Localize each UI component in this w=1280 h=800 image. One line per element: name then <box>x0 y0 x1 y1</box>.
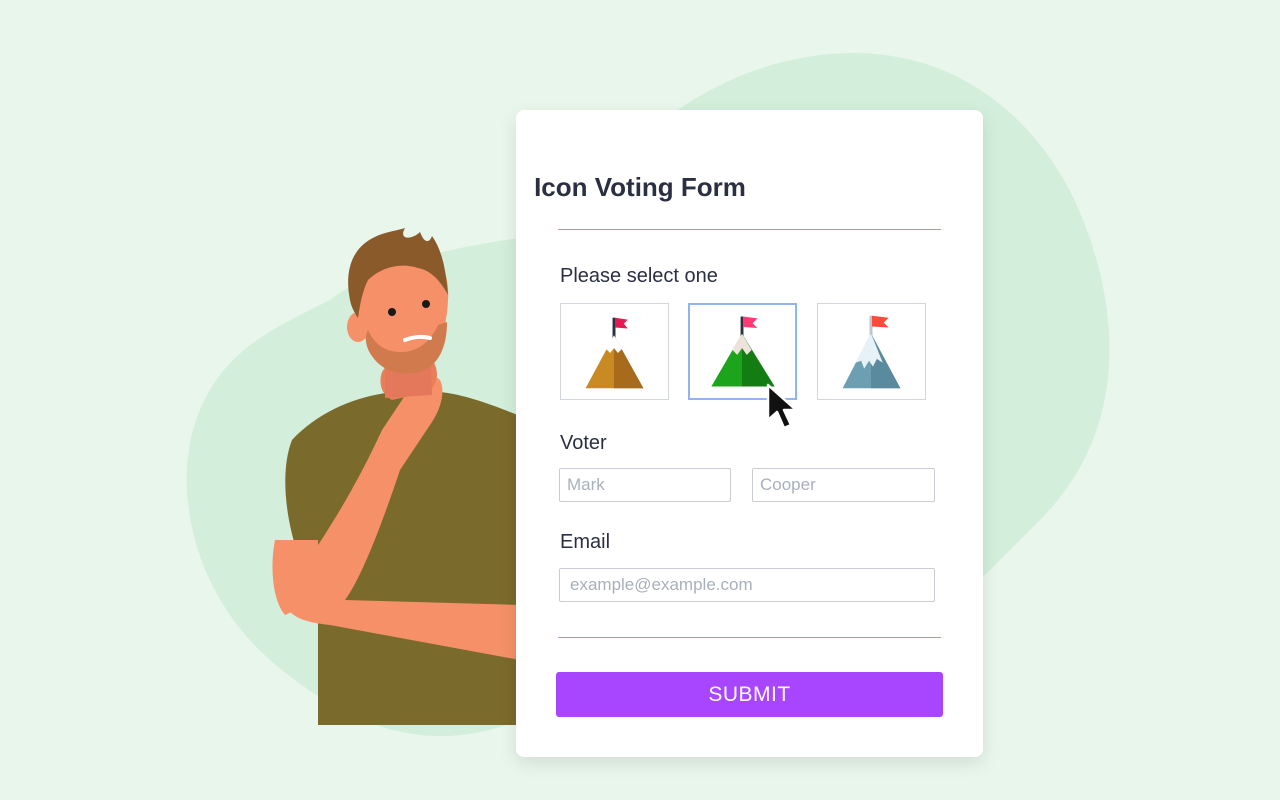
title-divider <box>558 229 941 230</box>
mouse-cursor-icon <box>766 383 798 430</box>
icon-choice-3[interactable] <box>817 303 926 400</box>
email-label: Email <box>560 531 611 553</box>
first-name-input[interactable] <box>559 468 731 502</box>
email-input[interactable] <box>559 568 935 602</box>
icon-choice-1[interactable] <box>560 303 669 400</box>
select-one-label: Please select one <box>560 265 718 287</box>
mountain-flag-brown-icon <box>585 317 644 389</box>
form-title: Icon Voting Form <box>534 172 746 202</box>
submit-button[interactable]: SUBMIT <box>556 672 943 717</box>
bottom-divider <box>558 637 941 638</box>
voter-label: Voter <box>560 432 607 454</box>
last-name-input[interactable] <box>752 468 935 502</box>
mountain-flag-snowy-blue-icon <box>842 315 901 389</box>
